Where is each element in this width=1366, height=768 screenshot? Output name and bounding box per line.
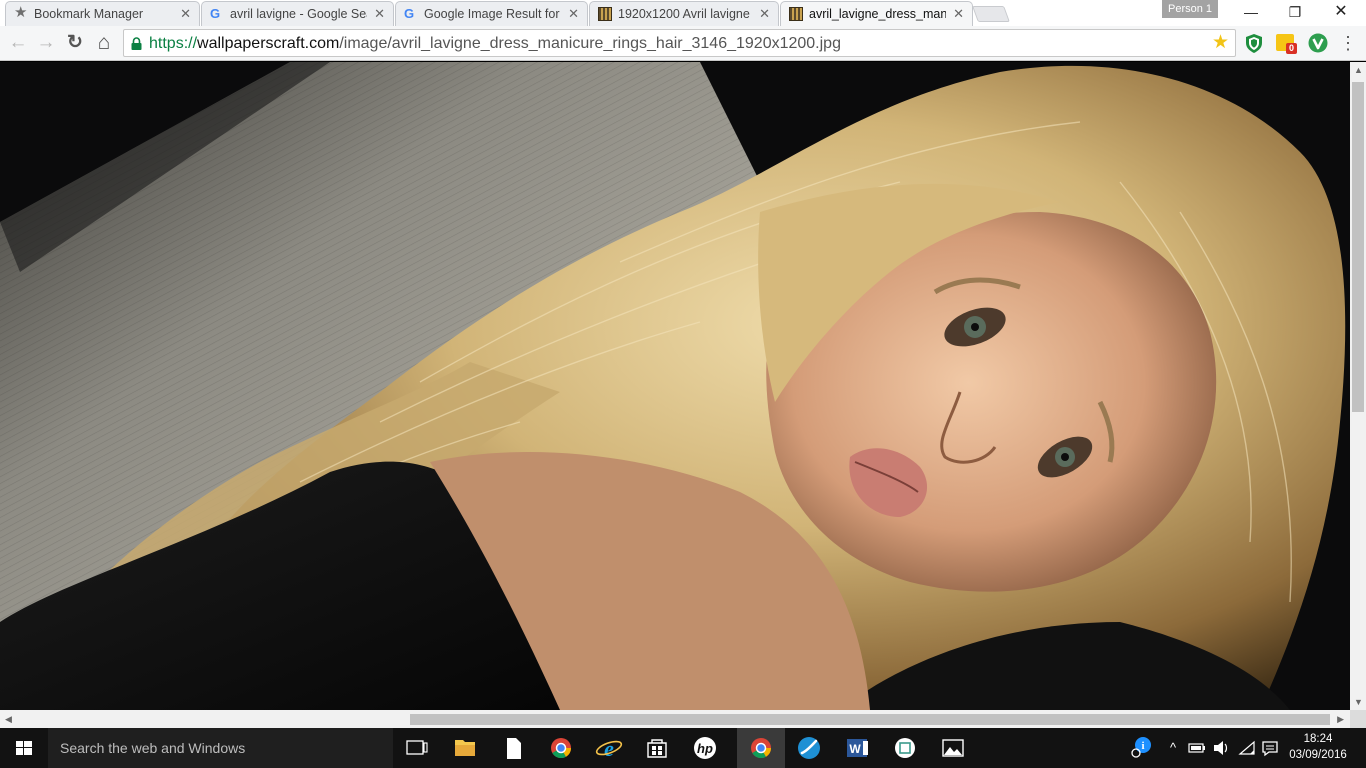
tab-wallpaper-image[interactable]: avril_lavigne_dress_manicu ✕ [780,1,973,27]
wallpaperscraft-icon [598,7,612,21]
tab-title: avril_lavigne_dress_manicu [809,7,946,21]
lock-icon [131,37,142,50]
horizontal-scrollbar[interactable]: ◀ ▶ [0,710,1350,728]
wifi-icon[interactable] [1236,728,1258,768]
notes-extension-icon[interactable]: 0 [1275,32,1297,54]
photos-icon[interactable] [929,728,977,768]
tab-title: avril lavigne - Google Sea [230,7,367,21]
close-window-button[interactable]: ✕ [1318,0,1364,24]
close-tab-icon[interactable]: ✕ [568,6,579,22]
browser-window: ★ Bookmark Manager ✕ G avril lavigne - G… [0,0,1366,768]
browser-toolbar: ← → ↻ ⌂ https://wallpaperscraft.com/imag… [0,26,1366,61]
star-icon: ★ [14,4,28,21]
tab-title: Google Image Result for h [424,7,561,21]
scroll-right-arrow-icon[interactable]: ▶ [1337,714,1344,725]
forward-button[interactable]: → [34,31,58,55]
info-tray-icon[interactable]: i [1128,728,1156,768]
system-clock[interactable]: 18:24 03/09/2016 [1283,731,1353,763]
task-view-icon[interactable] [393,728,441,768]
tab-strip: ★ Bookmark Manager ✕ G avril lavigne - G… [0,0,1366,27]
internet-explorer-icon[interactable]: e [585,728,633,768]
back-button[interactable]: ← [6,31,30,55]
restore-button[interactable]: ❐ [1272,0,1318,24]
word-icon[interactable]: W [833,728,881,768]
action-center-icon[interactable] [1260,738,1280,758]
new-tab-button[interactable] [972,6,1010,22]
svg-text:e: e [604,736,614,761]
wallpaperscraft-icon [789,7,803,21]
vpn-extension-icon[interactable] [1307,32,1329,54]
photo-app-icon[interactable] [881,728,929,768]
clock-date: 03/09/2016 [1289,749,1347,761]
home-button[interactable]: ⌂ [92,31,116,55]
tab-bookmark-manager[interactable]: ★ Bookmark Manager ✕ [5,1,200,26]
hp-icon[interactable]: hp [681,728,729,768]
chrome-menu-button[interactable]: ⋮ [1338,32,1358,54]
taskbar-search-box[interactable]: Search the web and Windows [48,728,393,768]
scroll-up-arrow-icon[interactable]: ▲ [1354,65,1363,75]
file-explorer-icon[interactable] [441,728,489,768]
page-content [0,62,1350,710]
close-tab-icon[interactable]: ✕ [759,6,770,22]
extension-badge: 0 [1286,43,1297,54]
vertical-scrollbar[interactable]: ▲ ▼ [1350,62,1366,710]
url-text: https://wallpaperscraft.com/image/avril_… [149,35,841,53]
tab-title: 1920x1200 Avril lavigne W [618,7,752,21]
close-tab-icon[interactable]: ✕ [374,6,385,22]
tab-google-search[interactable]: G avril lavigne - Google Sea ✕ [201,1,394,26]
tab-title: Bookmark Manager [34,7,144,21]
minimize-button[interactable]: — [1228,0,1274,24]
address-bar[interactable]: https://wallpaperscraft.com/image/avril_… [123,29,1236,57]
sway-icon[interactable] [785,728,833,768]
svg-text:i: i [1141,740,1144,752]
show-hidden-icons-chevron-up-icon[interactable]: ^ [1164,728,1182,768]
close-tab-icon[interactable]: ✕ [180,6,191,22]
clock-time: 18:24 [1303,733,1333,745]
horizontal-scroll-thumb[interactable] [410,714,1330,725]
photo-image[interactable] [0,62,1350,710]
battery-icon[interactable] [1186,728,1208,768]
close-tab-icon[interactable]: ✕ [953,6,964,22]
svg-text:W: W [849,742,861,756]
chrome-active-icon[interactable] [737,728,785,768]
document-icon[interactable] [489,728,537,768]
start-button-windows-icon[interactable] [0,728,48,768]
tab-wallpaper-page[interactable]: 1920x1200 Avril lavigne W ✕ [589,1,779,26]
scroll-down-arrow-icon[interactable]: ▼ [1354,697,1363,707]
url-path: /image/avril_lavigne_dress_manicure_ring… [339,35,841,52]
url-scheme: https:// [149,35,198,52]
store-icon[interactable] [633,728,681,768]
scrollbar-corner [1350,710,1366,728]
info-icon: i [1131,737,1151,758]
shield-extension-icon[interactable] [1243,32,1265,54]
profile-button[interactable]: Person 1 [1162,0,1218,18]
google-icon: G [404,6,415,21]
volume-icon[interactable] [1210,728,1232,768]
bookmark-star-icon[interactable]: ★ [1212,33,1229,53]
scroll-left-arrow-icon[interactable]: ◀ [5,714,12,725]
tab-google-image-result[interactable]: G Google Image Result for h ✕ [395,1,588,26]
reload-button[interactable]: ↻ [63,31,87,55]
google-icon: G [210,6,221,21]
vertical-scroll-thumb[interactable] [1352,82,1364,412]
chrome-icon[interactable] [537,728,585,768]
url-host: wallpaperscraft.com [197,35,340,52]
svg-text:hp: hp [697,741,713,756]
windows-taskbar: Search the web and Windows e hp W i ^ 18… [0,728,1366,768]
search-placeholder: Search the web and Windows [60,740,246,756]
